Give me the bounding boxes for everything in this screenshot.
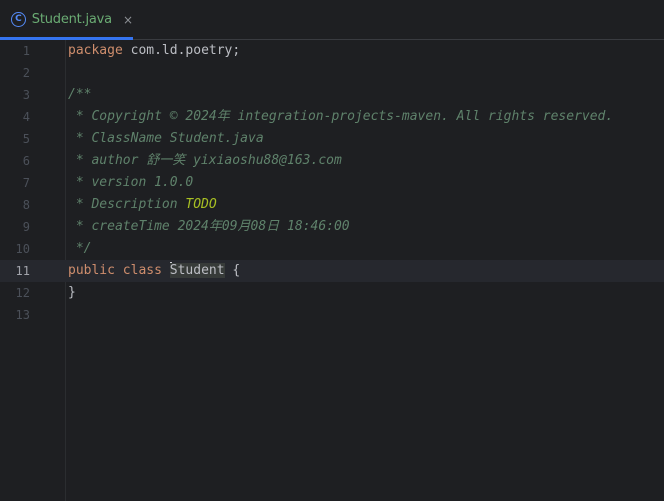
tab-label: Student.java (31, 12, 112, 27)
doc-comment-token: * version 1.0.0 (68, 175, 194, 190)
code-line[interactable]: 1 package com.ld.poetry; (0, 40, 664, 62)
keyword-token: package (68, 43, 123, 58)
code-line[interactable]: 13 (0, 304, 664, 326)
doc-comment-token: * author 舒一笑 yixiaoshu88@163.com (68, 153, 342, 168)
tab-student-java[interactable]: C Student.java × (0, 0, 133, 40)
code-text: /** (68, 84, 91, 106)
code-line[interactable]: 3 /** (0, 84, 664, 106)
code-line[interactable]: 10 */ (0, 238, 664, 260)
line-number: 6 (22, 154, 30, 168)
code-text: } (68, 282, 76, 304)
line-number: 2 (22, 66, 30, 80)
code-token: com.ld.poetry; (122, 43, 241, 58)
keyword-token: public (68, 263, 115, 278)
line-number: 12 (15, 286, 30, 300)
line-number: 1 (22, 44, 30, 58)
java-class-icon: C (11, 12, 26, 27)
code-text: */ (68, 238, 92, 260)
doc-comment-token: */ (68, 241, 92, 256)
code-line[interactable]: 12} (0, 282, 664, 304)
code-line[interactable]: 5 * ClassName Student.java (0, 128, 664, 150)
code-line[interactable]: 9 * createTime 2024年09月08日 18:46:00 (0, 216, 664, 238)
code-editor[interactable]: C Student.java × 1 package com.ld.poetry;… (0, 0, 664, 501)
close-icon[interactable]: × (123, 14, 133, 26)
code-text: * author 舒一笑 yixiaoshu88@163.com (68, 150, 342, 172)
line-number: 10 (15, 242, 30, 256)
code-line[interactable]: 4 * Copyright © 2024年 integration-projec… (0, 106, 664, 128)
code-token: { (224, 263, 241, 278)
code-area[interactable]: 1 package com.ld.poetry; 2 3 /** 4 * Copyrigh… (0, 40, 664, 501)
line-number: 5 (22, 132, 30, 146)
code-text: * ClassName Student.java (68, 128, 264, 150)
code-line[interactable]: 2 (0, 62, 664, 84)
code-token: } (68, 285, 76, 300)
editor-tab-bar: C Student.java × (0, 0, 664, 40)
code-text: public class Student { (68, 260, 240, 282)
code-line[interactable]: 7 * version 1.0.0 (0, 172, 664, 194)
line-number: 11 (15, 264, 30, 278)
code-text: * Copyright © 2024年 integration-projects… (68, 106, 613, 128)
line-number: 13 (15, 308, 30, 322)
todo-token: TODO (185, 197, 217, 212)
code-line[interactable]: 8 * Description TODO (0, 194, 664, 216)
line-number: 4 (22, 110, 30, 124)
doc-comment-token: * Copyright © 2024年 integration-projects… (68, 109, 614, 124)
keyword-token: class (122, 263, 162, 278)
code-text: * createTime 2024年09月08日 18:46:00 (68, 216, 350, 238)
line-number: 8 (22, 198, 30, 212)
line-number: 9 (22, 220, 30, 234)
code-line[interactable]: 11 public class Student { (0, 260, 664, 282)
code-text: * Description TODO (68, 194, 217, 216)
code-line[interactable]: 6 * author 舒一笑 yixiaoshu88@163.com (0, 150, 664, 172)
doc-comment-token: * Description (68, 197, 186, 212)
code-text: * version 1.0.0 (68, 172, 193, 194)
line-number: 7 (22, 176, 30, 190)
doc-comment-token: * createTime 2024年09月08日 18:46:00 (68, 219, 350, 234)
doc-comment-token: /** (68, 87, 92, 102)
doc-comment-token: * ClassName Student.java (68, 131, 264, 146)
class-name-token: Student (169, 263, 225, 278)
code-text: package com.ld.poetry; (68, 40, 240, 62)
line-number: 3 (22, 88, 30, 102)
